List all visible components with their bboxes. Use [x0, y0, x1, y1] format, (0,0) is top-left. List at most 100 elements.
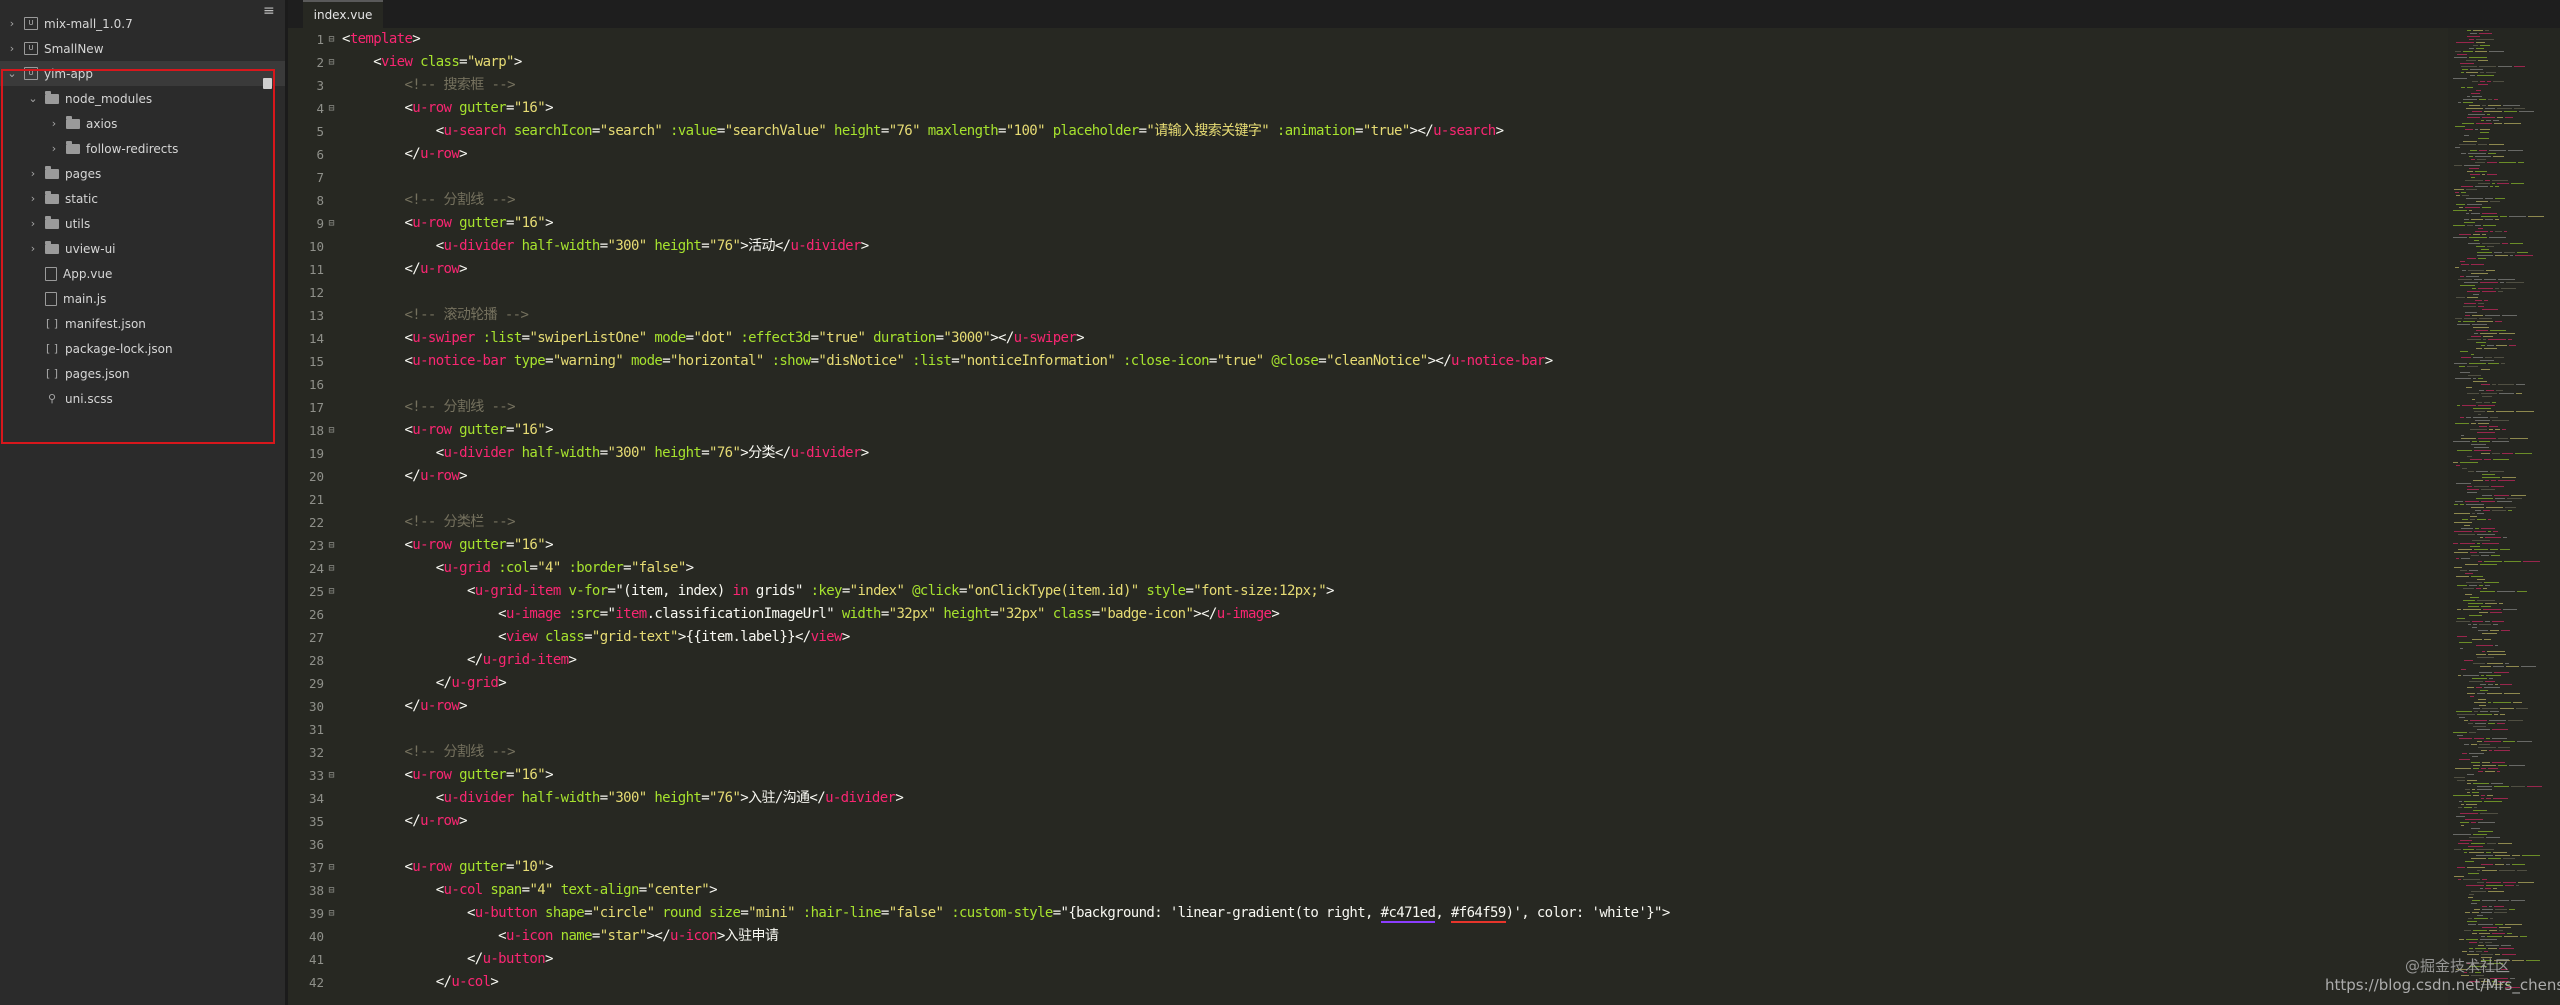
- code-token: =: [591, 123, 600, 139]
- code-line[interactable]: 34 <u-divider half-width="300" height="7…: [288, 787, 904, 810]
- code-line[interactable]: 17 <!-- 分割线 -->: [288, 396, 516, 419]
- minimap-stroke: [2482, 633, 2497, 634]
- fold-toggle-icon[interactable]: ⊟: [326, 212, 337, 235]
- code-line[interactable]: 31: [288, 718, 342, 741]
- code-line[interactable]: 13 <!-- 滚动轮播 -->: [288, 304, 529, 327]
- code-line[interactable]: 39 ⊟ <u-button shape="circle" round size=…: [288, 902, 1670, 925]
- minimap-stroke: [2454, 165, 2462, 166]
- minimap-stroke: [2488, 684, 2493, 685]
- minimap-stroke: [2506, 864, 2510, 865]
- code-text: <!-- 分类栏 -->: [342, 511, 515, 534]
- code-line[interactable]: 24 ⊟ <u-grid :col="4" :border="false">: [288, 557, 694, 580]
- code-line[interactable]: 42 </u-col>: [288, 971, 499, 994]
- code-line[interactable]: 12: [288, 281, 342, 304]
- minimap-stroke: [2516, 384, 2525, 385]
- code-line[interactable]: 30 </u-row>: [288, 695, 468, 718]
- code-line[interactable]: 16: [288, 373, 342, 396]
- minimap-stroke: [2474, 240, 2479, 241]
- code-token: >: [1271, 606, 1280, 622]
- code-line[interactable]: 18 ⊟ <u-row gutter="16">: [288, 419, 554, 442]
- code-line[interactable]: 41 </u-button>: [288, 948, 554, 971]
- minimap-stroke: [2523, 561, 2540, 562]
- code-line[interactable]: 26 <u-image :src="item.classificationIma…: [288, 603, 1280, 626]
- code-line[interactable]: 27 <view class="grid-text">{{item.label}…: [288, 626, 850, 649]
- code-token: >: [459, 468, 467, 484]
- minimap-stroke: [2488, 768, 2498, 769]
- code-line[interactable]: 9 ⊟ <u-row gutter="16">: [288, 212, 553, 235]
- code-line[interactable]: 7: [288, 166, 342, 189]
- fold-toggle-icon[interactable]: ⊟: [326, 856, 337, 879]
- chevron-right-icon[interactable]: ›: [6, 42, 18, 55]
- code-line[interactable]: 40 <u-icon name="star"></u-icon>入驻申请: [288, 925, 779, 948]
- code-line[interactable]: 25 ⊟ <u-grid-item v-for="(item, index) in…: [288, 580, 1334, 603]
- code-line[interactable]: 21: [288, 488, 342, 511]
- minimap-stroke: [2469, 105, 2480, 106]
- minimap-stroke: [2465, 180, 2483, 181]
- code-line[interactable]: 29 </u-grid>: [288, 672, 507, 695]
- minimap-stroke: [2465, 594, 2472, 595]
- minimap-stroke: [2454, 522, 2472, 523]
- minimap[interactable]: [2448, 28, 2560, 1005]
- code-token: :custom-style: [951, 905, 1053, 921]
- fold-toggle-icon[interactable]: ⊟: [326, 557, 337, 580]
- code-line[interactable]: 22 <!-- 分类栏 -->: [288, 511, 516, 534]
- code-token: "star": [599, 928, 647, 944]
- code-line[interactable]: 35 </u-row>: [288, 810, 468, 833]
- code-line[interactable]: 38 ⊟ <u-col span="4" text-align="center">: [288, 879, 718, 902]
- minimap-stroke: [2494, 357, 2504, 358]
- minimap-stroke: [2471, 822, 2476, 823]
- tab-index-vue[interactable]: index.vue: [303, 0, 383, 28]
- tree-item-smallnew[interactable]: › U SmallNew: [0, 36, 285, 61]
- code-line[interactable]: 1 ⊟ <template>: [288, 28, 420, 51]
- code-line[interactable]: 5 <u-search searchIcon="search" :value="…: [288, 120, 1504, 143]
- code-line[interactable]: 28 </u-grid-item>: [288, 649, 577, 672]
- fold-toggle-icon[interactable]: ⊟: [326, 97, 337, 120]
- code-token: view: [505, 629, 538, 645]
- fold-toggle-icon[interactable]: ⊟: [326, 419, 337, 442]
- code-line[interactable]: 11 </u-row>: [288, 258, 468, 281]
- code-line[interactable]: 37 ⊟ <u-row gutter="10">: [288, 856, 554, 879]
- code-line[interactable]: 23 ⊟ <u-row gutter="16">: [288, 534, 554, 557]
- fold-toggle-icon[interactable]: ⊟: [326, 764, 337, 787]
- code-line[interactable]: 6 </u-row>: [288, 143, 467, 166]
- code-line[interactable]: 33 ⊟ <u-row gutter="16">: [288, 764, 554, 787]
- minimap-stroke: [2514, 66, 2525, 67]
- tree-item-mix-mall-1-0-7[interactable]: › Umix-mall_1.0.7: [0, 11, 285, 36]
- fold-toggle-icon[interactable]: ⊟: [326, 580, 337, 603]
- code-line[interactable]: 3 <!-- 搜索框 -->: [288, 74, 515, 97]
- code-line[interactable]: 10 <u-divider half-width="300" height="7…: [288, 235, 869, 258]
- code-line[interactable]: 8 <!-- 分割线 -->: [288, 189, 515, 212]
- minimap-stroke: [2480, 282, 2498, 283]
- code-editor[interactable]: 1 ⊟ <template> 2 ⊟ <view class="warp"> 3 <!--…: [288, 28, 2448, 1005]
- minimap-stroke: [2487, 174, 2497, 175]
- minimap-stroke: [2492, 183, 2495, 184]
- code-line[interactable]: 4 ⊟ <u-row gutter="16">: [288, 97, 553, 120]
- code-token: :value: [670, 123, 717, 139]
- fold-toggle-icon[interactable]: ⊟: [326, 879, 337, 902]
- fold-toggle-icon[interactable]: ⊟: [326, 51, 337, 74]
- code-line[interactable]: 20 </u-row>: [288, 465, 468, 488]
- code-token: "300": [607, 445, 648, 461]
- minimap-stroke: [2489, 750, 2492, 751]
- code-line[interactable]: 19 <u-divider half-width="300" height="7…: [288, 442, 869, 465]
- fold-gutter: [326, 810, 337, 833]
- fold-toggle-icon[interactable]: ⊟: [326, 28, 337, 51]
- minimap-stroke: [2479, 318, 2492, 319]
- minimap-stroke: [2486, 270, 2495, 271]
- code-token: maxlength: [927, 123, 999, 139]
- minimap-stroke: [2464, 282, 2478, 283]
- code-line[interactable]: 32 <!-- 分割线 -->: [288, 741, 516, 764]
- code-line[interactable]: 36: [288, 833, 342, 856]
- minimap-stroke: [2492, 762, 2505, 763]
- code-token: "false": [630, 560, 686, 576]
- fold-toggle-icon[interactable]: ⊟: [326, 534, 337, 557]
- fold-toggle-icon[interactable]: ⊟: [326, 902, 337, 925]
- code-line[interactable]: 2 ⊟ <view class="warp">: [288, 51, 522, 74]
- minimap-stroke: [2488, 702, 2491, 703]
- minimap-stroke: [2479, 33, 2492, 34]
- code-line[interactable]: 14 <u-swiper :list="swiperListOne" mode=…: [288, 327, 1085, 350]
- chevron-right-icon[interactable]: ›: [6, 17, 18, 30]
- minimap-stroke: [2475, 420, 2490, 421]
- minimap-stroke: [2464, 930, 2471, 931]
- code-line[interactable]: 15 <u-notice-bar type="warning" mode="ho…: [288, 350, 1553, 373]
